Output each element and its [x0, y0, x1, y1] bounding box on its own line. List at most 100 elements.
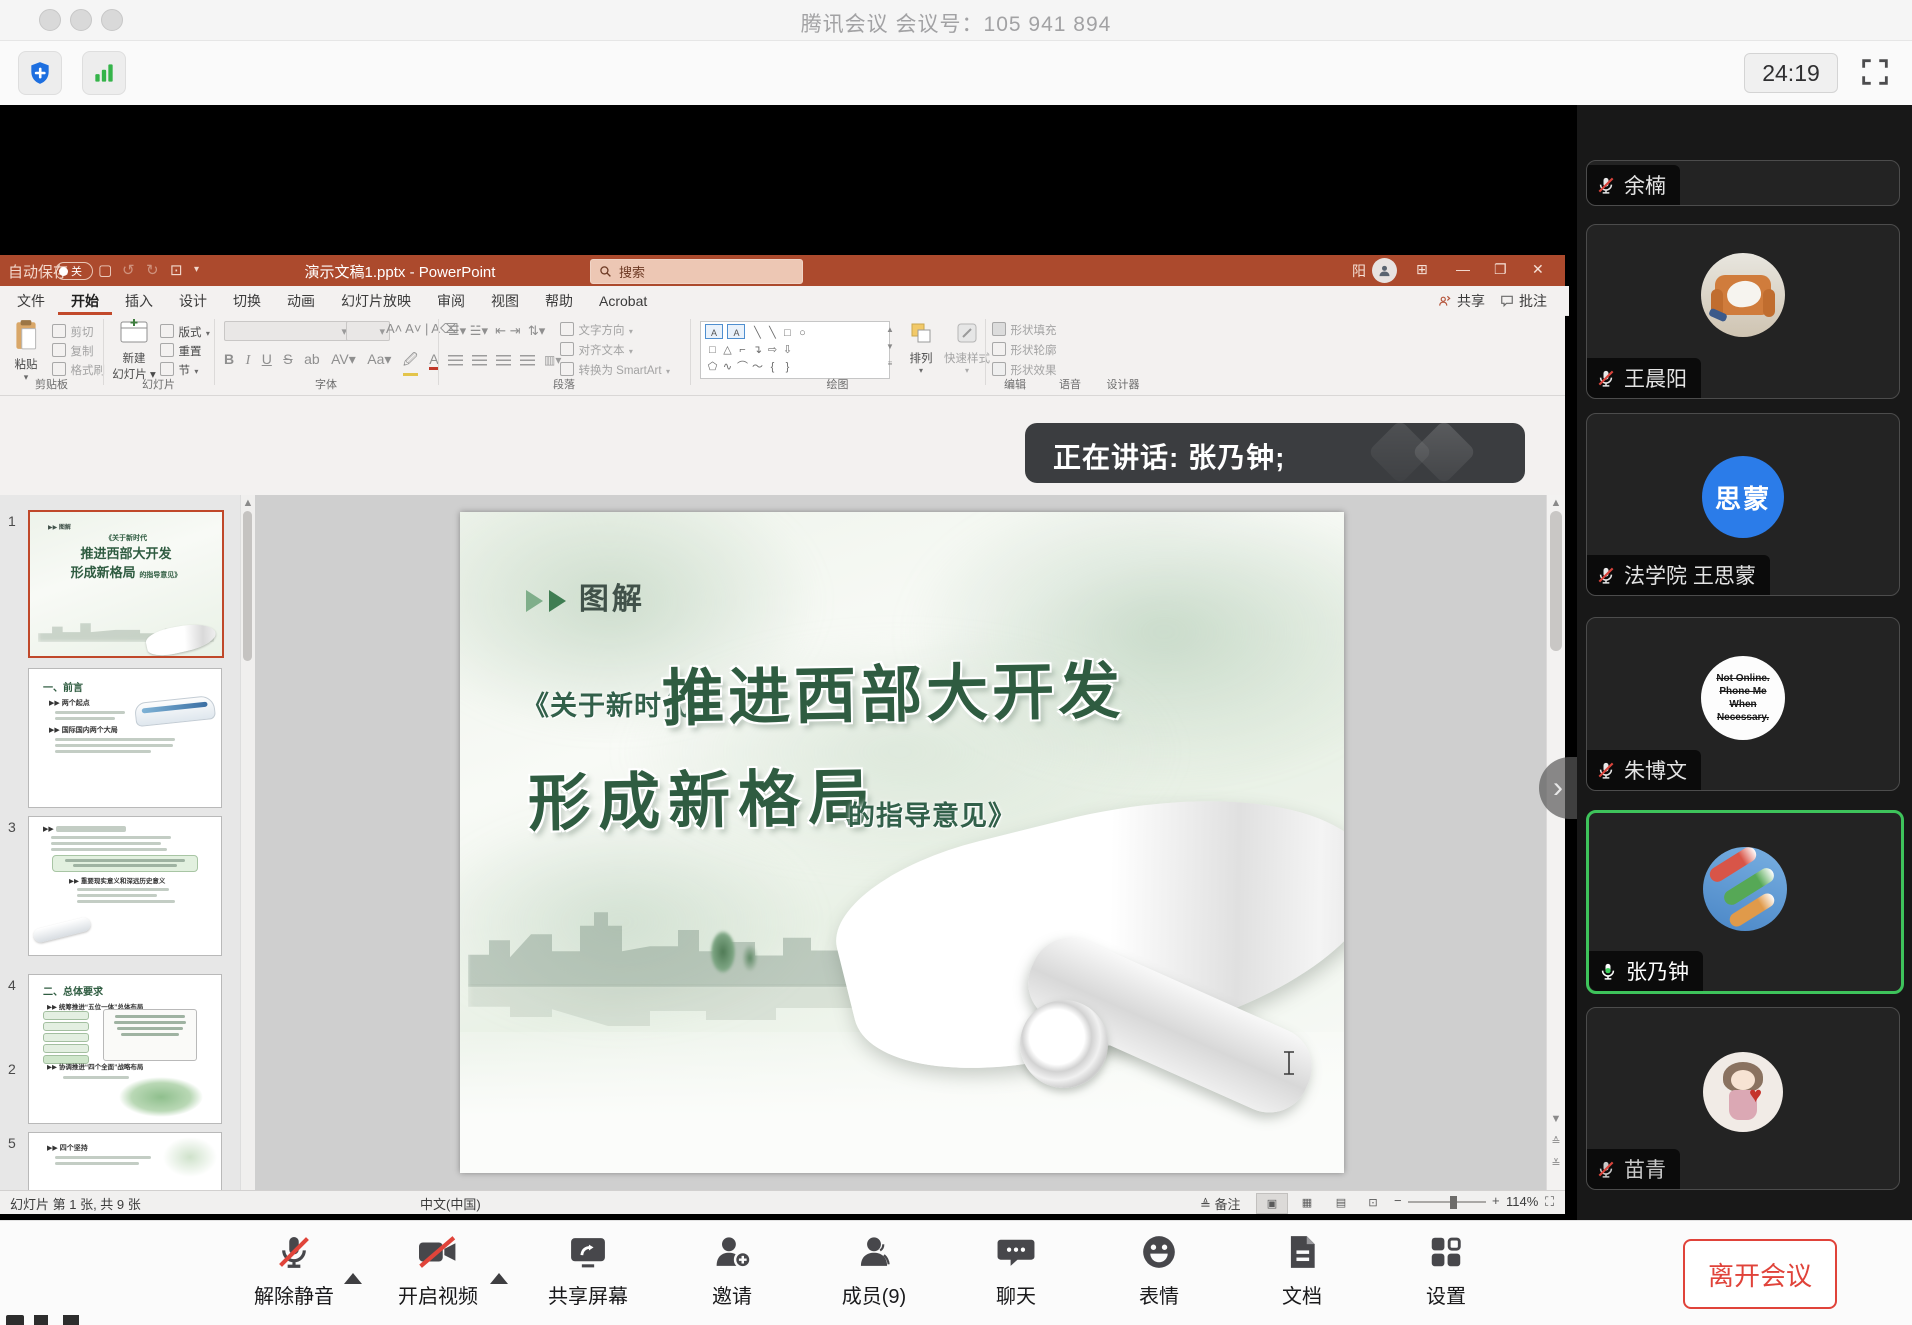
- tab-help[interactable]: 帮助: [532, 287, 586, 315]
- scrollbar-thumb[interactable]: [243, 511, 252, 661]
- align-left-icon[interactable]: [448, 355, 463, 366]
- mic-options-caret[interactable]: [344, 1273, 362, 1284]
- comments-button[interactable]: 批注: [1500, 291, 1547, 311]
- zoom-slider[interactable]: [1408, 1201, 1486, 1203]
- tab-insert[interactable]: 插入: [112, 287, 166, 315]
- participant-tile-speaking[interactable]: 张乃钟: [1586, 810, 1904, 994]
- share-button[interactable]: 共享: [1438, 291, 1485, 311]
- change-case-icon[interactable]: Aa▾: [367, 351, 391, 368]
- save-icon[interactable]: ▢: [98, 261, 112, 279]
- emoji-button[interactable]: 表情: [1094, 1233, 1224, 1309]
- columns-icon[interactable]: ▥▾: [544, 353, 561, 367]
- previous-slide-icon[interactable]: ≙: [1547, 1135, 1565, 1148]
- new-slide-button[interactable]: 新建 幻灯片 ▾: [112, 319, 156, 382]
- scroll-up-icon[interactable]: ▲: [1547, 497, 1565, 509]
- quick-styles-button[interactable]: 快速样式 ▾: [944, 321, 990, 375]
- start-video-button[interactable]: 开启视频: [373, 1233, 503, 1309]
- text-shadow-icon[interactable]: ab: [304, 351, 320, 367]
- settings-button[interactable]: 设置: [1381, 1233, 1511, 1309]
- tab-review[interactable]: 审阅: [424, 287, 478, 315]
- share-screen-button[interactable]: 共享屏幕: [523, 1233, 653, 1309]
- zoom-in-icon[interactable]: +: [1492, 1193, 1500, 1208]
- tab-file[interactable]: 文件: [4, 287, 58, 315]
- participant-tile[interactable]: ♥ 苗青: [1586, 1007, 1900, 1190]
- textbox-h-icon[interactable]: A: [705, 324, 723, 339]
- scroll-up-icon[interactable]: ▲: [241, 497, 255, 509]
- reset-button[interactable]: 重置: [160, 342, 201, 360]
- fullscreen-button[interactable]: [1858, 55, 1892, 94]
- tab-slideshow[interactable]: 幻灯片放映: [328, 287, 424, 315]
- notes-button[interactable]: ≜ 备注: [1200, 1194, 1241, 1213]
- align-center-icon[interactable]: [472, 355, 487, 366]
- alignment-icons[interactable]: ▥▾: [448, 353, 561, 367]
- underline-icon[interactable]: U: [262, 351, 272, 367]
- tab-animations[interactable]: 动画: [274, 287, 328, 315]
- video-options-caret[interactable]: [490, 1273, 508, 1284]
- strikethrough-icon[interactable]: S: [283, 351, 292, 367]
- shape-outline-button[interactable]: 形状轮廓: [992, 341, 1056, 359]
- reading-view-icon[interactable]: ▤: [1326, 1193, 1356, 1212]
- members-button[interactable]: 成员(9): [809, 1233, 939, 1309]
- user-avatar[interactable]: [1372, 258, 1397, 283]
- arrange-button[interactable]: 排列 ▾: [902, 321, 940, 375]
- copy-button[interactable]: 复制: [52, 342, 93, 360]
- undo-icon[interactable]: ↺: [122, 261, 135, 279]
- slideshow-icon[interactable]: ⊡: [170, 261, 183, 279]
- font-name-select[interactable]: ▾: [224, 321, 352, 341]
- redo-icon[interactable]: ↻: [146, 261, 159, 279]
- language-status[interactable]: 中文(中国): [420, 1194, 481, 1213]
- tab-acrobat[interactable]: Acrobat: [586, 289, 660, 313]
- tab-transitions[interactable]: 切换: [220, 287, 274, 315]
- tab-view[interactable]: 视图: [478, 287, 532, 315]
- slide-thumbnail-3[interactable]: ▶▶ ▶▶ 重要现实意义和深远历史意义: [28, 816, 222, 956]
- justify-icon[interactable]: [520, 355, 535, 366]
- scroll-down-icon[interactable]: ▼: [1547, 1113, 1565, 1125]
- text-direction-button[interactable]: 文字方向 ▾: [560, 321, 633, 339]
- ppt-close-icon[interactable]: ✕: [1532, 261, 1544, 278]
- align-text-button[interactable]: 对齐文本 ▾: [560, 341, 633, 359]
- font-size-select[interactable]: ▾: [346, 321, 390, 341]
- tab-home[interactable]: 开始: [58, 287, 112, 315]
- slide-sorter-icon[interactable]: ▦: [1292, 1193, 1322, 1212]
- ppt-restore-icon[interactable]: ❐: [1494, 261, 1507, 278]
- participant-tile[interactable]: 思蒙 法学院 王思蒙: [1586, 413, 1900, 596]
- chat-button[interactable]: 聊天: [951, 1233, 1081, 1309]
- participant-tile[interactable]: 王晨阳: [1586, 224, 1900, 399]
- zoom-slider-thumb[interactable]: [1450, 1196, 1457, 1209]
- slide-thumbnail-5[interactable]: ▶▶ 四个坚持: [28, 1132, 222, 1190]
- participant-tile[interactable]: Not Online. Phone Me When Necessary. 朱博文: [1586, 617, 1900, 791]
- participant-tile[interactable]: 余楠: [1586, 160, 1900, 206]
- highlight-color-icon[interactable]: 🖉: [403, 349, 418, 376]
- scrollbar-thumb[interactable]: [1550, 511, 1562, 651]
- slide-thumbnail-2[interactable]: 一、前言 ▶▶ 两个起点 ▶▶ 国际国内两个大局: [28, 668, 222, 808]
- slide-thumbnail-1[interactable]: ▶▶ 图解 《关于新时代 推进西部大开发 形成新格局 的指导意见》: [28, 510, 224, 658]
- slide-editing-area[interactable]: 图解 《关于新时代 推进西部大开发 形成新格局 的指导意见》: [460, 512, 1344, 1173]
- bold-icon[interactable]: B: [224, 351, 234, 367]
- network-quality-button[interactable]: [82, 51, 126, 95]
- layout-button[interactable]: 版式 ▾: [160, 323, 210, 341]
- list-indent-icons[interactable]: ☰▾ ☱▾ ⇤ ⇥ ⇅▾: [448, 323, 545, 339]
- ppt-vertical-scrollbar[interactable]: ▲ ▼ ≙ ≚: [1546, 495, 1565, 1190]
- ribbon-display-icon[interactable]: ⊞: [1416, 261, 1428, 278]
- shape-fill-button[interactable]: 形状填充: [992, 321, 1056, 339]
- zoom-level[interactable]: 114%: [1506, 1194, 1538, 1209]
- invite-button[interactable]: 邀请: [667, 1233, 797, 1309]
- docs-button[interactable]: 文档: [1237, 1233, 1367, 1309]
- leave-meeting-button[interactable]: 离开会议: [1683, 1239, 1837, 1309]
- font-style-buttons[interactable]: B I U S ab AV▾ Aa▾ 🖉 A: [224, 349, 446, 376]
- ppt-search-box[interactable]: 搜索: [590, 259, 803, 284]
- shapes-gallery[interactable]: A A ╲╲□○ □△⌐↴⇨⇩ ⬠∿⌒〜{}: [700, 321, 890, 379]
- security-button[interactable]: [18, 51, 62, 95]
- align-right-icon[interactable]: [496, 355, 511, 366]
- thumbnail-scrollbar[interactable]: ▲: [240, 495, 255, 1190]
- next-slide-icon[interactable]: ≚: [1547, 1157, 1565, 1170]
- italic-icon[interactable]: I: [246, 353, 251, 369]
- paste-button[interactable]: 粘贴 ▾: [6, 319, 46, 383]
- fit-to-window-icon[interactable]: ⛶: [1545, 1194, 1554, 1210]
- slide-thumbnail-4[interactable]: 二、总体要求 ▶▶ 统筹推进“五位一体”总体布局 ▶▶ 协调推进“四个全面”战略…: [28, 974, 222, 1124]
- slideshow-view-icon[interactable]: ⊡: [1358, 1193, 1388, 1212]
- cut-button[interactable]: 剪切: [52, 323, 93, 341]
- autosave-toggle[interactable]: 关: [55, 262, 93, 280]
- zoom-out-icon[interactable]: −: [1394, 1193, 1402, 1208]
- tab-design[interactable]: 设计: [166, 287, 220, 315]
